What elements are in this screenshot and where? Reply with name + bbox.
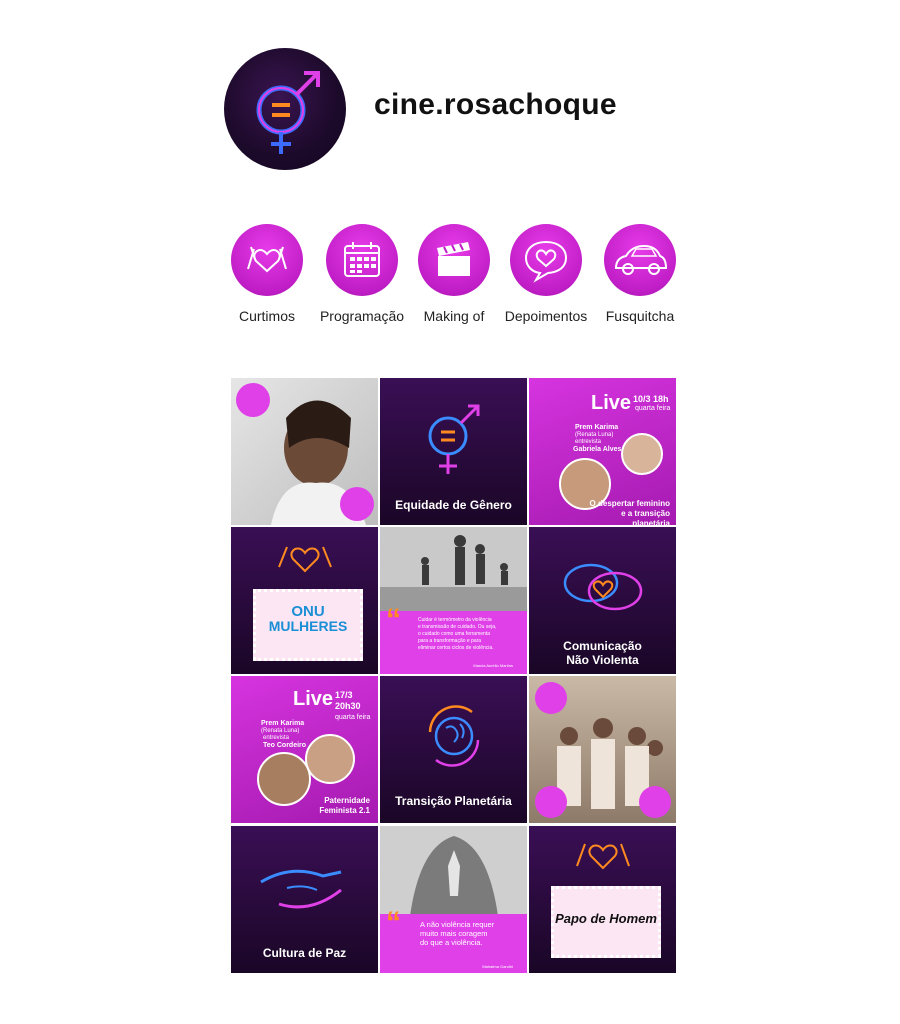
live-weekday: quarta feira [335, 714, 371, 721]
host-name: Prem Karima [575, 424, 619, 431]
post-photo-man-crying[interactable] [231, 378, 378, 525]
highlight-circle [604, 224, 676, 296]
onu-mulheres-sign: ONU MULHERES [253, 589, 363, 661]
guest-name: Gabriela Alves [573, 446, 622, 453]
highlight-depoimentos[interactable]: Depoimentos [496, 224, 596, 324]
live-date: 17/3 20h30 [335, 690, 361, 711]
guest-photo [621, 433, 663, 475]
guest-name: Teo Cordeiro [263, 742, 307, 749]
quote-mark-icon: “ [386, 906, 401, 939]
post-onu-mulheres[interactable]: ONU MULHERES [231, 527, 378, 674]
calendar-icon [344, 242, 380, 277]
quote-box: “ A não violência requer muito mais cora… [380, 906, 527, 973]
highlight-circle [510, 224, 582, 296]
peace-hands-icon [260, 869, 342, 909]
post-papo-de-homem[interactable]: Papo de Homem [529, 826, 676, 973]
host-note: (Renata Luna) [575, 432, 614, 438]
profile-username: cine.rosachoque [374, 88, 617, 121]
highlight-label: Programação [319, 308, 405, 324]
highlight-fusquitcha[interactable]: Fusquitcha [590, 224, 690, 324]
post-caption: Equidade de Gênero [395, 498, 512, 512]
logo-line1: ONU [291, 603, 325, 620]
live-label: Live [591, 392, 632, 414]
highlight-making-of[interactable]: Making of [404, 224, 504, 324]
speech-bubbles-heart-icon [563, 563, 643, 611]
heart-hands-icon [576, 843, 630, 870]
host-photo [305, 734, 355, 784]
post-live-10-3[interactable]: Live 10/3 18h quarta feira Prem Karima (… [529, 378, 676, 525]
globe-arrows-icon [428, 705, 480, 767]
post-cultura-de-paz[interactable]: Cultura de Paz [231, 826, 378, 973]
highlight-label: Fusquitcha [605, 308, 675, 324]
quote-author: Mahatma Gandhi [482, 964, 513, 969]
post-live-17-3[interactable]: Live 17/3 20h30 quarta feira Prem Karima… [231, 676, 378, 823]
quote-text: A não violência requer muito mais corage… [420, 920, 495, 947]
highlight-label: Curtimos [238, 308, 295, 324]
post-caption: Cultura de Paz [262, 946, 347, 960]
highlight-label: Depoimentos [504, 308, 588, 324]
photo-man-icon [236, 383, 374, 525]
highlight-programacao[interactable]: Programação [312, 224, 412, 324]
posts-grid: Equidade de Gênero Live 10/3 18h quarta … [231, 378, 677, 974]
post-caption: Paternidade Feminista 2.1 [319, 796, 370, 815]
speech-heart-icon [524, 240, 568, 283]
highlight-curtimos[interactable]: Curtimos [217, 224, 317, 324]
quote-text: Cuidar é termómetro da violência e trans… [418, 617, 497, 651]
host-name: Prem Karima [261, 720, 305, 727]
beetle-car-icon [614, 244, 668, 275]
post-quote-nao-violencia[interactable]: “ A não violência requer muito mais cora… [380, 826, 527, 973]
interview-verb: entrevista [263, 735, 290, 741]
logo-line2: MULHERES [268, 618, 348, 634]
highlight-label: Making of [423, 308, 485, 324]
interview-verb: entrevista [575, 439, 602, 445]
highlight-circle [231, 224, 303, 296]
heart-hands-icon [278, 546, 332, 573]
quote-mark-icon: “ [386, 603, 401, 636]
papo-de-homem-sign: Papo de Homem [551, 886, 661, 958]
photo-family-icon [380, 527, 527, 611]
quote-box: “ Cuidar é termómetro da violência e tra… [380, 603, 527, 674]
photo-group-icon [535, 682, 671, 818]
highlight-circle [326, 224, 398, 296]
profile-avatar[interactable] [224, 48, 346, 170]
post-caption: Comunicação Não Violenta [563, 639, 642, 667]
live-date: 10/3 18h [633, 394, 669, 404]
photo-praying-hands-icon [380, 826, 527, 916]
sign-text: Papo de Homem [555, 911, 657, 926]
heart-hands-icon [247, 246, 287, 273]
post-equidade-de-genero[interactable]: Equidade de Gênero [380, 378, 527, 525]
post-caption: O despertar feminino e a transição plane… [589, 499, 670, 525]
highlight-circle [418, 224, 490, 296]
post-photo-group-celebrating[interactable] [529, 676, 676, 823]
quote-author: Marcia Aurélio Martins [473, 663, 513, 668]
host-note: (Renata Luna) [261, 728, 300, 734]
post-quote-violencia[interactable]: “ Cuidar é termómetro da violência e tra… [380, 527, 527, 674]
post-caption: Transição Planetária [395, 794, 512, 808]
gender-equality-icon [256, 71, 320, 154]
live-label: Live [293, 688, 334, 710]
clapperboard-icon [437, 242, 470, 276]
post-comunicacao-nao-violenta[interactable]: Comunicação Não Violenta [529, 527, 676, 674]
live-weekday: quarta feira [635, 405, 671, 412]
post-transicao-planetaria[interactable]: Transição Planetária [380, 676, 527, 823]
